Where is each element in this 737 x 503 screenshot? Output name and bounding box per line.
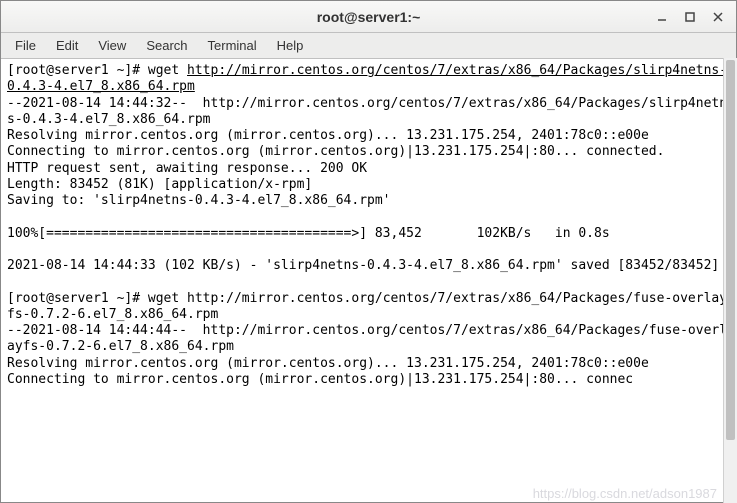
output-line: 2021-08-14 14:44:33 (102 KB/s) - 'slirp4… — [7, 258, 719, 273]
menu-view[interactable]: View — [88, 35, 136, 56]
output-line: Resolving mirror.centos.org (mirror.cent… — [7, 356, 649, 371]
menu-file[interactable]: File — [5, 35, 46, 56]
scrollbar[interactable] — [723, 58, 737, 503]
menu-search[interactable]: Search — [136, 35, 197, 56]
window-title: root@server1:~ — [317, 9, 421, 25]
menubar: File Edit View Search Terminal Help — [1, 33, 736, 59]
titlebar: root@server1:~ — [1, 1, 736, 33]
menu-edit[interactable]: Edit — [46, 35, 88, 56]
scrollbar-thumb[interactable] — [726, 60, 735, 440]
command-text: wget — [148, 63, 187, 78]
close-button[interactable] — [704, 5, 732, 29]
output-line: Connecting to mirror.centos.org (mirror.… — [7, 372, 633, 387]
prompt: [root@server1 ~]# — [7, 63, 148, 78]
maximize-button[interactable] — [676, 5, 704, 29]
output-line: Length: 83452 (81K) [application/x-rpm] — [7, 177, 312, 192]
menu-terminal[interactable]: Terminal — [198, 35, 267, 56]
output-line: Saving to: 'slirp4netns-0.4.3-4.el7_8.x8… — [7, 193, 391, 208]
output-line: Resolving mirror.centos.org (mirror.cent… — [7, 128, 649, 143]
output-line: HTTP request sent, awaiting response... … — [7, 161, 367, 176]
output-line: --2021-08-14 14:44:44-- http://mirror.ce… — [7, 323, 727, 354]
progress-bar: 100%[===================================… — [7, 226, 610, 241]
prompt: [root@server1 ~]# — [7, 291, 148, 306]
terminal-content[interactable]: [root@server1 ~]# wget http://mirror.cen… — [1, 59, 736, 502]
output-line: --2021-08-14 14:44:32-- http://mirror.ce… — [7, 96, 727, 127]
menu-help[interactable]: Help — [267, 35, 314, 56]
minimize-button[interactable] — [648, 5, 676, 29]
output-line: Connecting to mirror.centos.org (mirror.… — [7, 144, 664, 159]
window-controls — [648, 1, 732, 32]
